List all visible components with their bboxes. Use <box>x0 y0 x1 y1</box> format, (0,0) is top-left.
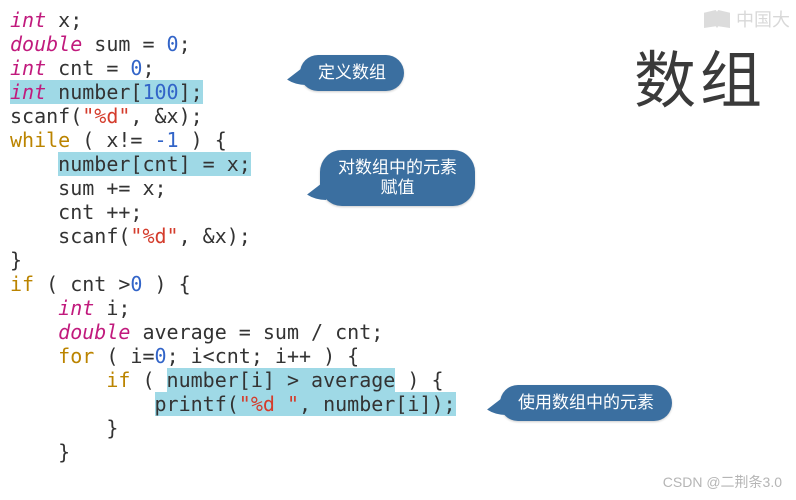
kw: int <box>10 56 46 80</box>
attribution: CSDN @二荆条3.0 <box>663 472 782 492</box>
callout-define-array: 定义数组 <box>300 55 404 91</box>
callout-use-element: 使用数组中的元素 <box>500 385 672 421</box>
highlight-use-element-2: printf("%d ", number[i]); <box>155 392 456 416</box>
book-icon <box>704 10 730 28</box>
kw: int <box>10 8 46 32</box>
highlight-use-element-1: number[i] > average <box>167 368 396 392</box>
kw: while <box>10 128 70 152</box>
kw: double <box>10 32 82 56</box>
callout-assign-element: 对数组中的元素 赋值 <box>320 150 475 206</box>
source-logo: 中国大 <box>704 6 790 32</box>
page-title: 数组 <box>634 30 766 120</box>
highlight-define-array: int number[100]; <box>10 80 203 104</box>
highlight-assign-element: number[cnt] = x; <box>58 152 251 176</box>
kw: if <box>10 272 34 296</box>
source-logo-text: 中国大 <box>736 6 790 32</box>
